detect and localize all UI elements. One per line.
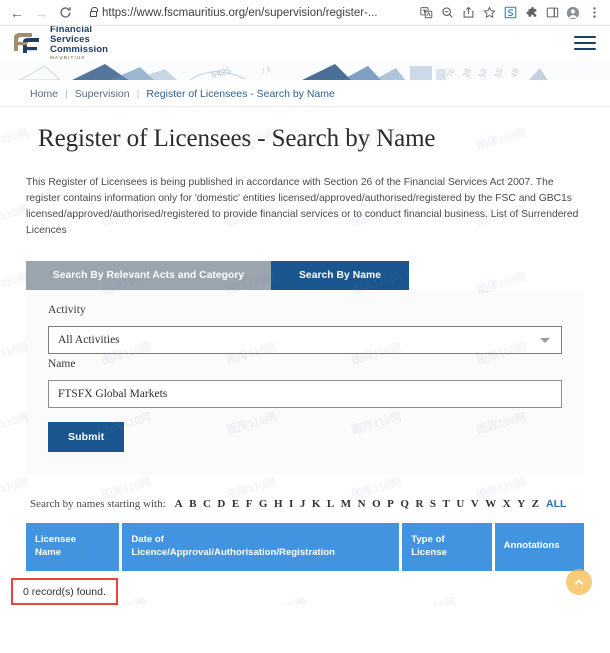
bookmark-star-icon[interactable] — [479, 3, 499, 23]
address-bar[interactable]: https://www.fscmauritius.org/en/supervis… — [84, 2, 410, 23]
activity-select[interactable]: All Activities — [48, 325, 562, 354]
col1-line2: Name — [35, 546, 62, 558]
scroll-to-top-button[interactable] — [566, 568, 592, 595]
watermark-text: 图库110网 — [0, 476, 30, 502]
alpha-letter[interactable]: F — [246, 498, 253, 510]
alpha-letter[interactable]: Q — [400, 498, 409, 510]
intro-paragraph: This Register of Licensees is being publ… — [26, 177, 579, 236]
alpha-letter[interactable]: S — [430, 498, 436, 510]
activity-select-wrapper: All Activities — [48, 325, 562, 354]
alphabet-filter: Search by names starting with: A B C D E… — [30, 498, 584, 510]
alpha-letter[interactable]: J — [300, 498, 306, 510]
side-panel-icon[interactable] — [542, 3, 562, 23]
chrome-menu-icon[interactable] — [584, 3, 604, 23]
alpha-letter[interactable]: K — [312, 498, 321, 510]
col2-line1: Date of — [131, 533, 164, 545]
alpha-letter[interactable]: U — [456, 498, 464, 510]
column-header-date-of-licence[interactable]: Date of Licence/Approval/Authorisation/R… — [122, 522, 400, 571]
alphabet-letters: A B C D E F G H I J K L M N O P Q R S T … — [175, 498, 539, 510]
watermark-text: 图库110网 — [0, 127, 30, 153]
column-header-type-of-license[interactable]: Type of License — [402, 522, 492, 571]
hamburger-menu-icon[interactable] — [574, 35, 596, 51]
breadcrumb-separator-2: | — [136, 88, 140, 100]
page-title: Register of Licensees - Search by Name — [38, 125, 436, 152]
alpha-letter[interactable]: G — [259, 498, 268, 510]
alpha-letter[interactable]: P — [387, 498, 394, 510]
col3-line1: Type of — [411, 533, 445, 545]
column-header-annotations[interactable]: Annotations — [494, 522, 585, 571]
alpha-letter[interactable]: L — [327, 498, 334, 510]
decorative-banner: 5425 7.8 76 29 53 55 48 — [0, 60, 610, 82]
alpha-letter[interactable]: X — [503, 498, 511, 510]
back-arrow-icon[interactable]: ← — [6, 2, 28, 24]
chevron-down-icon[interactable] — [540, 337, 550, 343]
puzzle-extensions-icon[interactable] — [521, 3, 541, 23]
record-count-wrapper: 0 record(s) found. — [11, 577, 118, 605]
profile-avatar-icon[interactable] — [563, 3, 583, 23]
results-table-header: Licensee Name Date of Licence/Approval/A… — [26, 522, 585, 571]
watermark-text: 图库110网 — [405, 593, 458, 604]
alphabet-label: Search by names starting with: — [30, 497, 166, 510]
alpha-letter[interactable]: C — [203, 498, 211, 510]
breadcrumb-separator-1: | — [65, 88, 68, 100]
alpha-letter[interactable]: H — [274, 498, 283, 510]
col4-line1: Annotations — [503, 540, 560, 552]
col2-line2: Licence/Approval/Authorisation/Registrat… — [131, 546, 336, 558]
search-tabs: Search By Relevant Acts and Category Sea… — [26, 260, 586, 290]
breadcrumb-home[interactable]: Home — [30, 88, 58, 100]
name-input[interactable] — [48, 379, 562, 408]
submit-button[interactable]: Submit — [48, 421, 125, 452]
search-form-panel: Activity All Activities Name Submit — [26, 289, 584, 474]
fsc-logo-text: Financial Services Commission MAURITIUS — [50, 24, 109, 62]
zoom-out-icon[interactable] — [437, 3, 457, 23]
alpha-letter[interactable]: I — [289, 498, 293, 510]
extension-s-icon[interactable] — [500, 3, 520, 23]
col1-line1: Licensee — [35, 533, 77, 545]
translate-icon[interactable] — [416, 3, 436, 23]
share-icon[interactable] — [458, 3, 478, 23]
record-count-text: 0 record(s) found. — [23, 585, 106, 598]
activity-selected-value: All Activities — [58, 333, 120, 346]
breadcrumb-current: Register of Licensees - Search by Name — [146, 88, 335, 100]
tab-search-by-name[interactable]: Search By Name — [271, 260, 409, 290]
browser-toolbar: ← → https://www.fscmauritius.org/en/supe… — [0, 0, 610, 26]
activity-label: Activity — [48, 303, 86, 316]
alpha-letter[interactable]: Z — [532, 498, 539, 510]
watermark-text: 图库110网 — [255, 593, 308, 604]
alpha-all-link[interactable]: ALL — [546, 498, 566, 510]
logo-line-3: Commission — [50, 44, 109, 56]
lock-icon — [90, 6, 98, 17]
reload-icon[interactable] — [54, 2, 76, 24]
main-content: Register of Licensees - Search by Name T… — [0, 125, 610, 605]
fsc-logo[interactable]: Financial Services Commission MAURITIUS — [10, 24, 109, 62]
tab-search-by-acts-category[interactable]: Search By Relevant Acts and Category — [26, 260, 271, 290]
record-count-highlight-box: 0 record(s) found. — [11, 577, 118, 605]
alpha-letter[interactable]: V — [471, 498, 479, 510]
url-text: https://www.fscmauritius.org/en/supervis… — [102, 6, 378, 19]
breadcrumb-supervision[interactable]: Supervision — [75, 88, 130, 100]
alpha-letter[interactable]: O — [372, 498, 381, 510]
alpha-letter[interactable]: T — [443, 498, 450, 510]
column-header-licensee-name[interactable]: Licensee Name — [26, 522, 120, 571]
alpha-letter[interactable]: B — [189, 498, 196, 510]
alpha-letter[interactable]: E — [232, 498, 239, 510]
breadcrumb: Home | Supervision | Register of License… — [0, 82, 610, 107]
site-header: Financial Services Commission MAURITIUS — [0, 24, 610, 62]
alpha-letter[interactable]: Y — [517, 498, 525, 510]
alpha-letter[interactable]: M — [341, 498, 351, 510]
alpha-letter[interactable]: N — [358, 498, 366, 510]
banner-graphic: 5425 7.8 76 29 53 55 48 — [0, 60, 610, 82]
alpha-letter[interactable]: D — [217, 498, 225, 510]
alpha-letter[interactable]: W — [485, 498, 496, 510]
alpha-letter[interactable]: A — [175, 498, 183, 510]
browser-action-icons — [416, 3, 604, 23]
fsc-logo-mark — [14, 33, 39, 53]
name-label: Name — [48, 357, 76, 370]
alpha-letter[interactable]: R — [415, 498, 423, 510]
forward-arrow-icon: → — [34, 4, 48, 21]
col3-line2: License — [411, 546, 447, 558]
chevron-up-icon — [574, 579, 584, 585]
